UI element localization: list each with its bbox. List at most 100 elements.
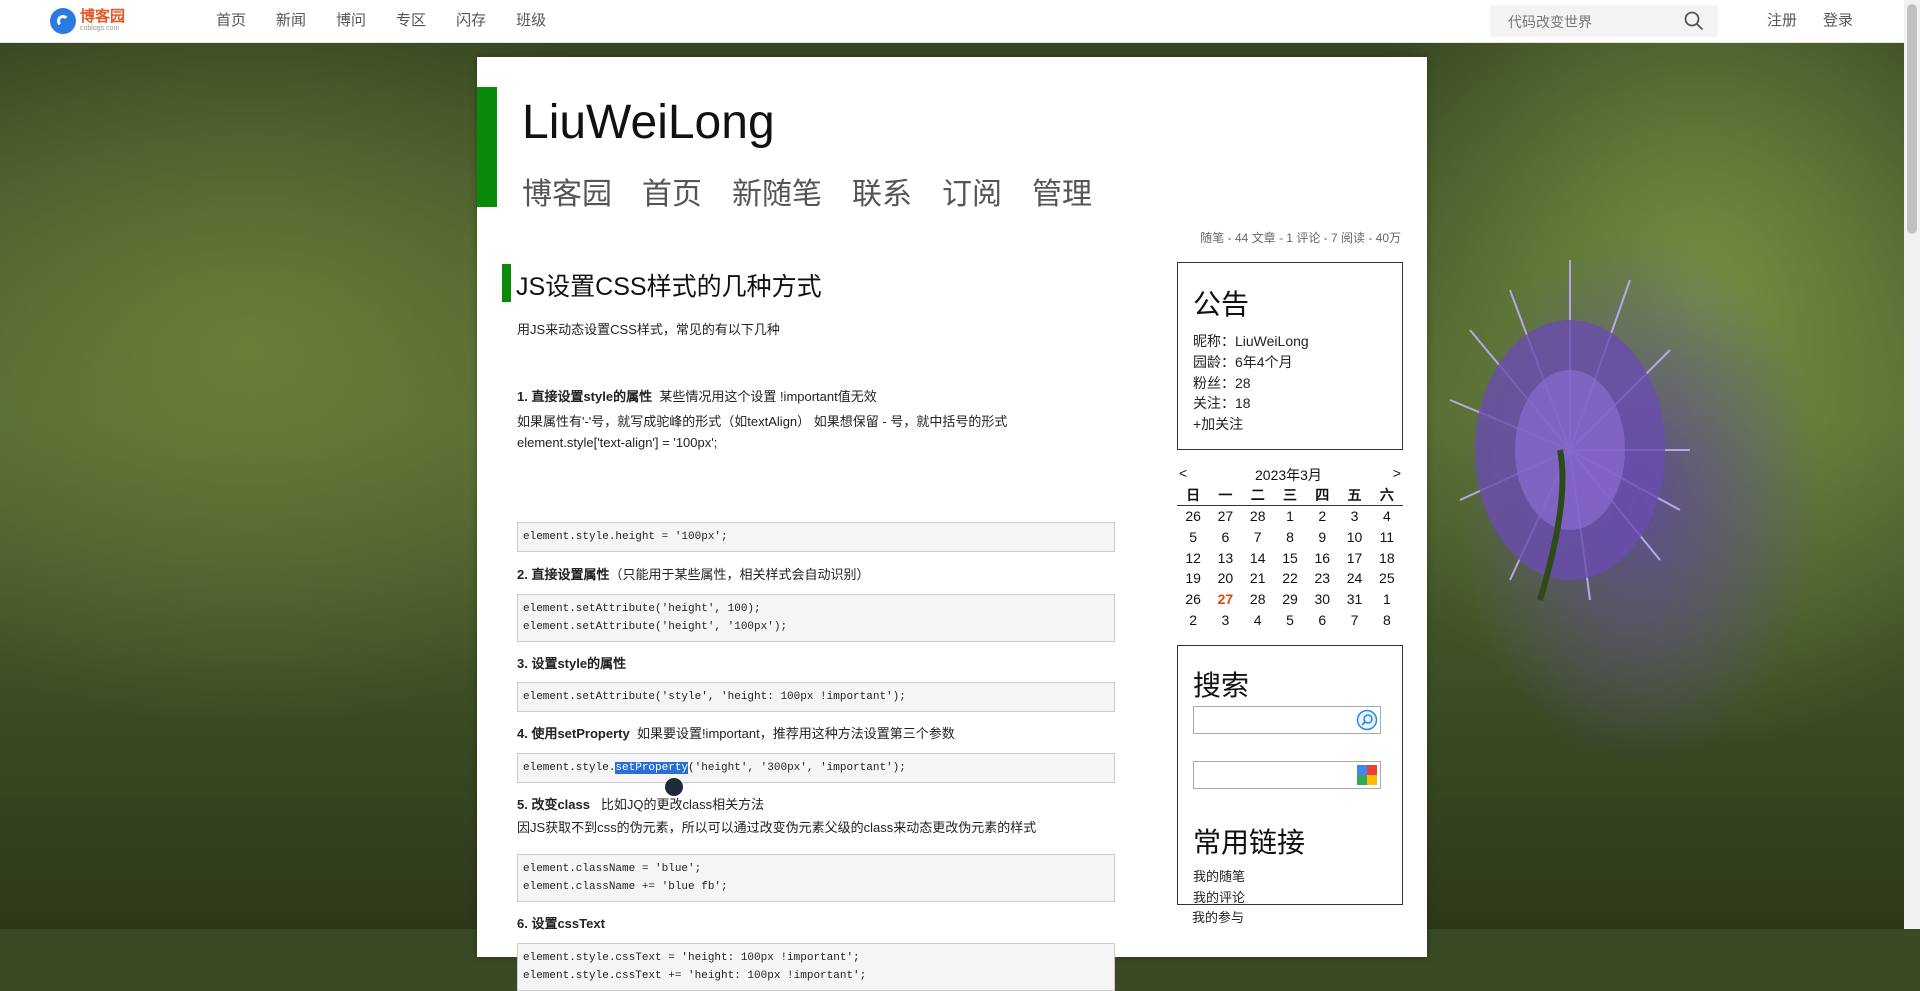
calendar-day[interactable]: 26 [1177,589,1209,610]
register-link[interactable]: 注册 [1767,0,1797,42]
blog-nav-admin[interactable]: 管理 [1032,175,1092,215]
calendar-day[interactable]: 28 [1242,589,1274,610]
calendar-day[interactable]: 9 [1306,527,1338,548]
topnav-zones[interactable]: 专区 [396,0,426,42]
follow-link[interactable]: 18 [1235,395,1251,411]
calendar-day[interactable]: 6 [1306,609,1338,630]
calendar-week: 19 20 21 22 23 24 25 [1177,568,1403,589]
calendar-day[interactable]: 3 [1209,609,1241,630]
code-block-6: element.style.cssText = 'height: 100px !… [517,943,1115,991]
calendar-day[interactable]: 14 [1242,547,1274,568]
calendar-day[interactable]: 22 [1274,568,1306,589]
blog-nav-contact[interactable]: 联系 [852,175,912,215]
code-block-5: element.className = 'blue'; element.clas… [517,854,1115,902]
calendar-prev[interactable]: < [1179,465,1187,481]
calendar-week: 26 27 28 1 2 3 4 [1177,506,1403,527]
topnav-questions[interactable]: 博问 [336,0,366,42]
page-scrollbar[interactable] [1904,0,1920,929]
age-link[interactable]: 6年4个月 [1235,354,1293,370]
notice-title: 公告 [1193,289,1250,320]
site-search-input[interactable] [1490,5,1680,39]
calendar-day[interactable]: 8 [1274,527,1306,548]
calendar-day[interactable]: 27 [1209,589,1241,610]
calendar-day[interactable]: 4 [1242,609,1274,630]
blog-nav-subscribe[interactable]: 订阅 [942,175,1002,215]
calendar-day[interactable]: 10 [1338,527,1370,548]
calendar-day[interactable]: 30 [1306,589,1338,610]
logo-text: 博客园 [80,8,126,25]
topnav-news[interactable]: 新闻 [276,0,306,42]
scrollbar-thumb[interactable] [1907,4,1917,234]
calendar-day[interactable]: 5 [1274,609,1306,630]
link-my-participation[interactable]: 我的参与 [1192,907,1244,926]
calendar-day[interactable]: 19 [1177,568,1209,589]
calendar-day[interactable]: 29 [1274,589,1306,610]
section-5-text: 因JS获取不到css的伪元素，所以可以通过改变伪元素父级的class来动态更改伪… [517,820,1037,835]
section-5-heading: 5. 改变class 比如JQ的更改class相关方法 [517,797,765,812]
calendar-weekday: 日 [1177,485,1210,506]
calendar-day[interactable]: 4 [1371,506,1403,527]
login-link[interactable]: 登录 [1823,0,1853,42]
account-links: 注册 登录 [1767,0,1879,42]
calendar-day[interactable]: 28 [1242,506,1274,527]
calendar-day[interactable]: 25 [1371,568,1403,589]
blog-nav-home[interactable]: 首页 [642,175,702,215]
logo-subtext: cnblogs.com [80,25,120,32]
calendar-day[interactable]: 5 [1177,527,1209,548]
calendar-next[interactable]: > [1393,465,1401,481]
blog-nav-new-post[interactable]: 新随笔 [732,175,822,215]
add-follow-button[interactable]: +加关注 [1193,414,1243,434]
site-search-field[interactable] [1193,706,1381,734]
search-icon[interactable] [1684,11,1704,31]
calendar-day[interactable]: 7 [1242,527,1274,548]
calendar-day[interactable]: 11 [1371,527,1403,548]
calendar-day[interactable]: 17 [1338,547,1370,568]
magnifier-icon[interactable] [1356,709,1378,731]
fans-link[interactable]: 28 [1235,375,1251,391]
selected-text: setProperty [615,762,689,774]
calendar-day[interactable]: 16 [1306,547,1338,568]
blog-title[interactable]: LiuWeiLong [522,95,775,150]
calendar-day[interactable]: 18 [1371,547,1403,568]
calendar-weekday: 一 [1209,485,1242,506]
nickname-link[interactable]: LiuWeiLong [1235,333,1309,349]
calendar-week: 5 6 7 8 9 10 11 [1177,527,1403,548]
code-block-2: element.setAttribute('height', 100); ele… [517,594,1115,642]
calendar-day[interactable]: 3 [1338,506,1370,527]
blog-nav: 博客园 首页 新随笔 联系 订阅 管理 [522,175,1122,215]
calendar-day[interactable]: 20 [1209,568,1241,589]
blog-nav-cnblogs[interactable]: 博客园 [522,175,612,215]
google-icon[interactable] [1356,764,1378,786]
link-my-comments[interactable]: 我的评论 [1193,887,1245,906]
site-logo[interactable]: 博客园 cnblogs.com [50,6,125,36]
calendar-day[interactable]: 27 [1209,506,1241,527]
calendar-weekday: 二 [1241,485,1274,506]
calendar-day[interactable]: 2 [1177,609,1209,630]
topnav-class[interactable]: 班级 [516,0,546,42]
calendar-day[interactable]: 8 [1371,609,1403,630]
calendar-day[interactable]: 26 [1177,506,1209,527]
google-search-field[interactable] [1193,761,1381,789]
site-search [1490,5,1718,39]
top-navigation-bar: 博客园cnblogs.com 首页 新闻 博问 专区 闪存 班级 注册 登录 [0,0,1904,43]
calendar-day[interactable]: 23 [1306,568,1338,589]
calendar-day[interactable]: 13 [1209,547,1241,568]
calendar-day[interactable]: 21 [1242,568,1274,589]
calendar-day[interactable]: 2 [1306,506,1338,527]
link-my-posts[interactable]: 我的随笔 [1193,866,1245,885]
topnav-home[interactable]: 首页 [216,0,246,42]
calendar-day[interactable]: 31 [1338,589,1370,610]
blog-page: LiuWeiLong 博客园 首页 新随笔 联系 订阅 管理 随笔 - 44 文… [477,57,1427,991]
search-panel: 搜索 常用链接 我的随笔 我的评论 [1177,645,1403,905]
calendar-day[interactable]: 24 [1338,568,1370,589]
post-title[interactable]: JS设置CSS样式的几种方式 [516,267,822,303]
calendar-day[interactable]: 6 [1209,527,1241,548]
calendar-week: 12 13 14 15 16 17 18 [1177,547,1403,568]
code-block-3: element.setAttribute('style', 'height: 1… [517,682,1115,712]
calendar-day[interactable]: 1 [1274,506,1306,527]
calendar-day[interactable]: 7 [1338,609,1370,630]
calendar-day[interactable]: 12 [1177,547,1209,568]
topnav-flash[interactable]: 闪存 [456,0,486,42]
calendar-day[interactable]: 15 [1274,547,1306,568]
calendar-day[interactable]: 1 [1371,589,1403,610]
